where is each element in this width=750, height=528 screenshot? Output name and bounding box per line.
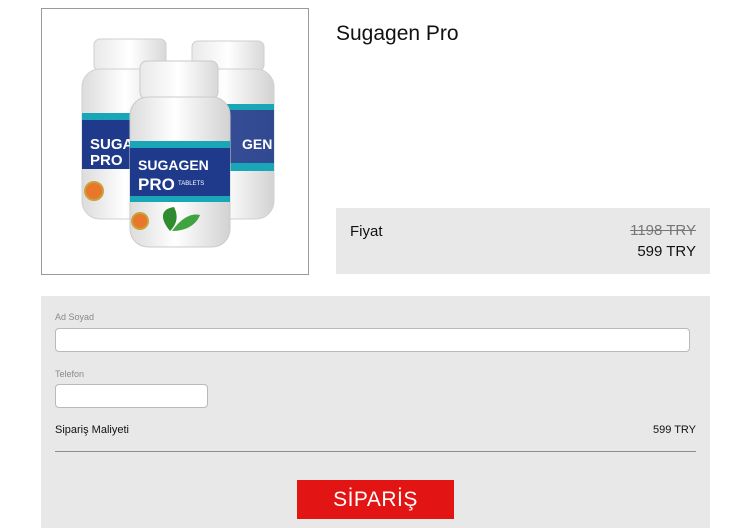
order-cost-value: 599 TRY	[652, 424, 696, 436]
order-form: Ad Soyad Telefon Sipariş Maliyeti 599 TR…	[41, 296, 710, 528]
phone-label: Telefon	[55, 369, 85, 379]
old-price: 1198 TRY	[630, 222, 696, 239]
bottle-front: SUGAGEN PRO TABLETS	[129, 60, 231, 248]
bottle-brand-text: SUGAGEN	[138, 157, 209, 173]
product-bottles-illustration: GEN SUGAG PRO SUGAGEN PRO TABLETS	[81, 38, 275, 248]
phone-input[interactable]	[55, 384, 208, 408]
product-image: GEN SUGAG PRO SUGAGEN PRO TABLETS	[41, 8, 309, 275]
price-box: Fiyat 1198 TRY 599 TRY	[336, 208, 710, 274]
price-label: Fiyat	[350, 223, 383, 240]
order-submit-button[interactable]: SİPARİŞ	[297, 480, 454, 519]
name-input[interactable]	[55, 328, 690, 352]
current-price: 599 TRY	[637, 243, 696, 260]
name-label: Ad Soyad	[55, 312, 95, 322]
svg-text:TABLETS: TABLETS	[178, 181, 204, 187]
svg-text:PRO: PRO	[90, 152, 123, 169]
divider	[55, 451, 696, 452]
product-title: Sugagen Pro	[336, 22, 459, 45]
svg-text:GEN: GEN	[242, 136, 272, 152]
order-cost-label: Sipariş Maliyeti	[55, 424, 129, 436]
svg-text:PRO: PRO	[138, 175, 175, 194]
